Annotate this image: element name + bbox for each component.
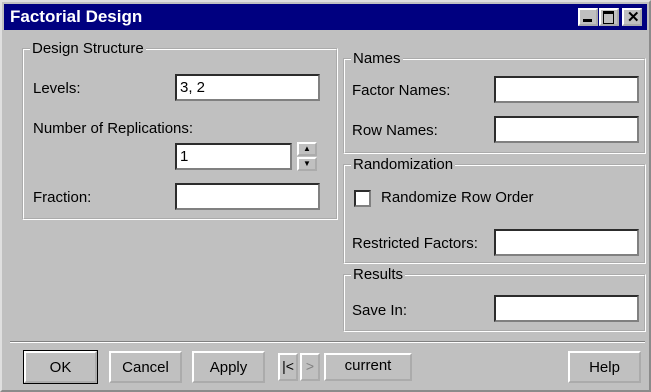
levels-input[interactable]	[175, 74, 320, 101]
design-structure-legend: Design Structure	[32, 40, 144, 57]
names-legend: Names	[353, 50, 401, 67]
fraction-input[interactable]	[175, 183, 320, 210]
results-legend: Results	[353, 266, 404, 283]
close-icon[interactable]: ✕	[622, 8, 642, 26]
row-names-label: Row Names:	[352, 122, 438, 139]
current-button[interactable]: current	[324, 353, 412, 381]
factor-names-input[interactable]	[494, 76, 639, 103]
spin-down-icon[interactable]: ▼	[297, 157, 317, 171]
save-in-label: Save In:	[352, 302, 408, 319]
cancel-button[interactable]: Cancel	[109, 351, 182, 383]
title-bar[interactable]: Factorial Design ✕	[4, 4, 647, 30]
bottom-separator	[10, 341, 645, 343]
row-names-input[interactable]	[494, 116, 639, 143]
randomize-row-order-label[interactable]: Randomize Row Order	[381, 189, 534, 206]
randomize-row-order-checkbox[interactable]	[354, 190, 371, 207]
restricted-factors-input[interactable]	[494, 229, 639, 256]
minimize-icon[interactable]	[578, 8, 598, 26]
restricted-factors-label: Restricted Factors:	[352, 235, 478, 252]
first-page-icon[interactable]: |<	[278, 353, 298, 381]
next-page-icon[interactable]: >	[300, 353, 320, 381]
replications-spinner[interactable]: ▲ ▼	[297, 142, 317, 171]
randomization-legend: Randomization	[353, 156, 454, 173]
factorial-design-dialog: Factorial Design ✕ Design Structure Leve…	[0, 0, 651, 392]
levels-label: Levels:	[33, 80, 81, 97]
save-in-input[interactable]	[494, 295, 639, 322]
replications-label: Number of Replications:	[33, 120, 194, 137]
fraction-label: Fraction:	[33, 189, 92, 206]
help-button[interactable]: Help	[568, 351, 641, 383]
spin-up-icon[interactable]: ▲	[297, 142, 317, 156]
maximize-icon[interactable]	[599, 8, 619, 26]
apply-button[interactable]: Apply	[192, 351, 265, 383]
factor-names-label: Factor Names:	[352, 82, 451, 99]
window-title: Factorial Design	[10, 7, 143, 26]
replications-input[interactable]	[175, 143, 292, 170]
ok-button[interactable]: OK	[23, 350, 98, 384]
